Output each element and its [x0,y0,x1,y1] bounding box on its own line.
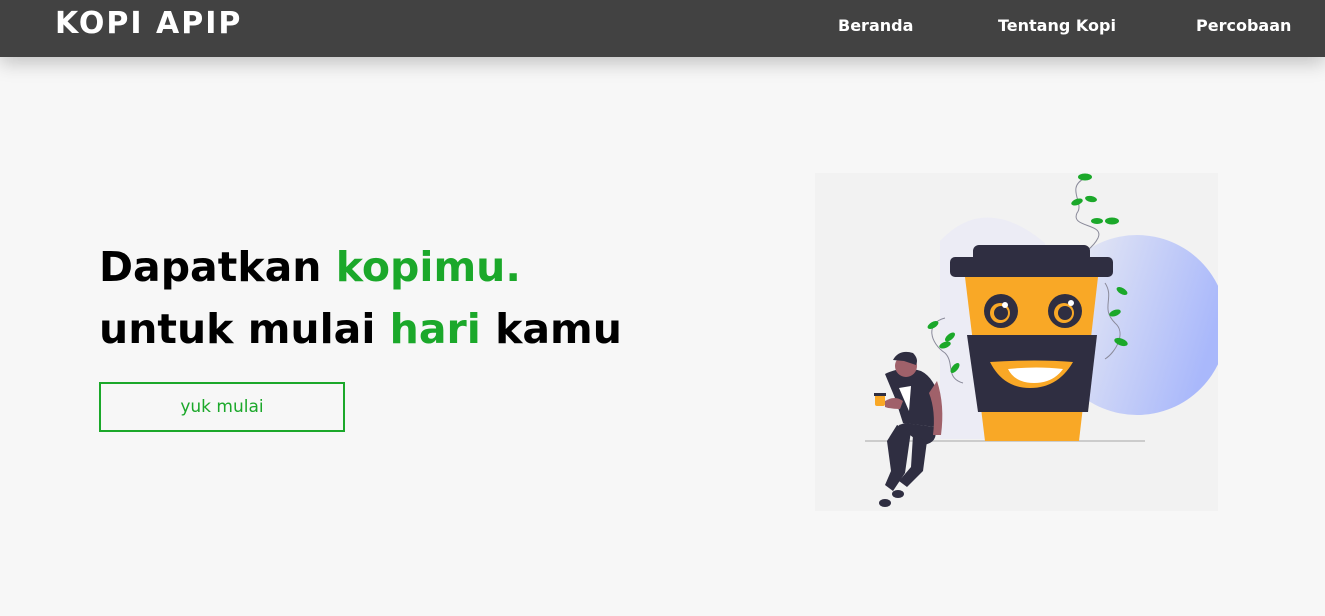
headline-accent: kopimu. [335,243,521,291]
start-button[interactable]: yuk mulai [99,382,345,432]
nav-link-tentang-kopi[interactable]: Tentang Kopi [998,16,1116,35]
headline-text: kamu [480,305,622,353]
hero-headline-line-1: Dapatkan kopimu. [99,236,622,298]
coffee-illustration [815,173,1218,511]
navbar: KOPI APIP Beranda Tentang Kopi Percobaan [0,0,1325,57]
headline-accent: hari [389,305,481,353]
brand-logo[interactable]: KOPI APIP [55,6,242,41]
headline-text: untuk mulai [99,305,390,353]
coffee-cup-character-icon [865,173,1218,507]
nav-link-beranda[interactable]: Beranda [838,16,913,35]
headline-text: Dapatkan [99,243,336,291]
hero-headline: Dapatkan kopimu. untuk mulai hari kamu [99,236,622,360]
nav-link-percobaan[interactable]: Percobaan [1196,16,1291,35]
hero-headline-line-2: untuk mulai hari kamu [99,298,622,360]
